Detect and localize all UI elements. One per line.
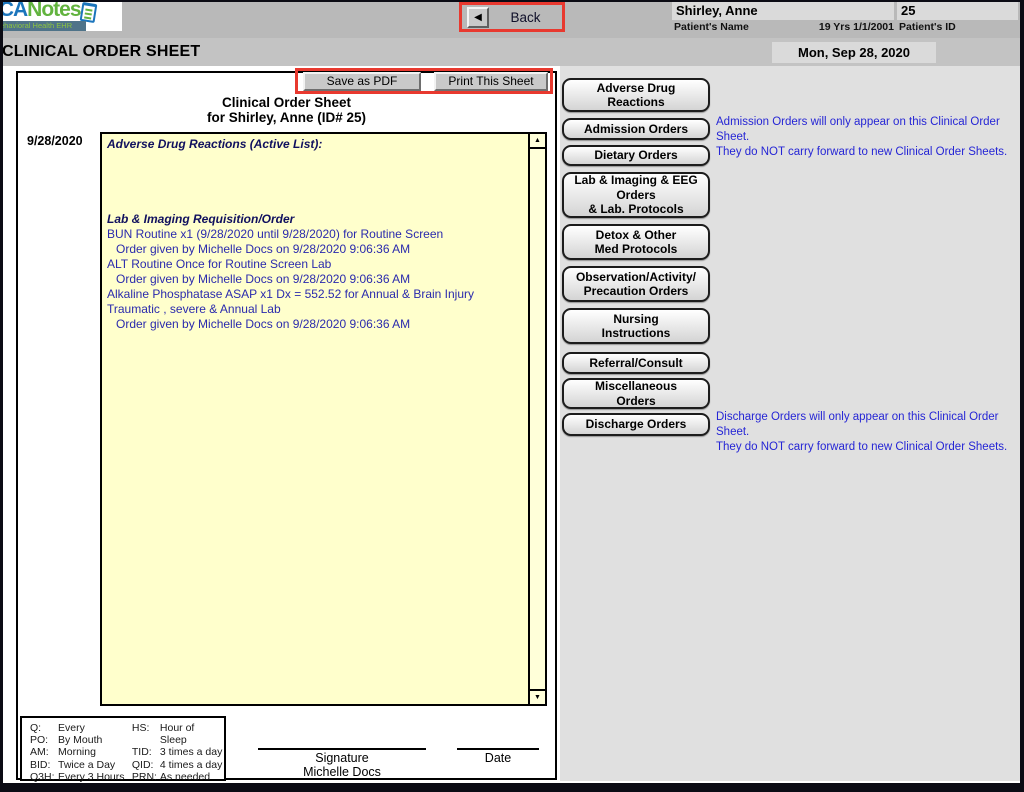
abbreviation-legend: Q:EveryPO:By MouthAM:MorningBID:Twice a … bbox=[20, 716, 226, 781]
logo-text-ica: ICA bbox=[0, 0, 27, 21]
sidebar-button-observation-activity-precaution[interactable]: Observation/Activity/ Precaution Orders bbox=[562, 266, 710, 302]
scroll-down-button[interactable]: ▼ bbox=[530, 689, 545, 704]
order-line: Alkaline Phosphatase ASAP x1 Dx = 552.52… bbox=[107, 287, 523, 317]
order-line: Adverse Drug Reactions (Active List): bbox=[107, 137, 523, 152]
order-line bbox=[107, 182, 523, 197]
date-label: Date bbox=[457, 751, 539, 765]
logo-text-notes: Notes bbox=[27, 0, 80, 21]
current-date: Mon, Sep 28, 2020 bbox=[772, 42, 936, 63]
order-line: Order given by Michelle Docs on 9/28/202… bbox=[107, 272, 523, 287]
legend-entry: PO:By Mouth bbox=[30, 734, 132, 746]
legend-entry: BID:Twice a Day bbox=[30, 759, 132, 771]
sidebar-button-lab-imaging-eeg-orders[interactable]: Lab & Imaging & EEG Orders & Lab. Protoc… bbox=[562, 172, 710, 218]
sidebar-button-nursing-instructions[interactable]: Nursing Instructions bbox=[562, 308, 710, 344]
legend-abbr: Q3H: bbox=[30, 771, 58, 783]
signature-line bbox=[258, 748, 426, 750]
order-line bbox=[107, 152, 523, 167]
frame-bottom bbox=[0, 783, 1024, 792]
save-as-pdf-button[interactable]: Save as PDF bbox=[303, 72, 421, 91]
scroll-up-icon: ▲ bbox=[534, 137, 541, 144]
order-scrollbar[interactable]: ▲ ▼ bbox=[528, 134, 545, 704]
order-entry-date: 9/28/2020 bbox=[27, 134, 83, 148]
legend-abbr: AM: bbox=[30, 746, 58, 758]
patient-age-dob: 19 Yrs 1/1/2001 bbox=[790, 21, 894, 33]
scroll-up-button[interactable]: ▲ bbox=[530, 134, 545, 149]
document-heading-line2: for Shirley, Anne (ID# 25) bbox=[16, 110, 557, 125]
app-window: ICANotes Behavioral Health EHR ◀ Back Sh… bbox=[0, 0, 1024, 792]
legend-meaning: Every 3 Hours bbox=[58, 771, 125, 783]
back-arrow-button[interactable]: ◀ bbox=[467, 7, 489, 28]
legend-meaning: Every bbox=[58, 722, 85, 734]
sidebar-button-discharge-orders[interactable]: Discharge Orders bbox=[562, 413, 710, 436]
legend-column-1: Q:EveryPO:By MouthAM:MorningBID:Twice a … bbox=[30, 722, 132, 779]
order-line: Lab & Imaging Requisition/Order bbox=[107, 212, 523, 227]
patient-name-field[interactable]: Shirley, Anne bbox=[672, 2, 894, 20]
sidebar-button-detox-med-protocols[interactable]: Detox & Other Med Protocols bbox=[562, 224, 710, 260]
patient-id-field[interactable]: 25 bbox=[897, 2, 1018, 20]
legend-abbr: PO: bbox=[30, 734, 58, 746]
order-line: ALT Routine Once for Routine Screen Lab bbox=[107, 257, 523, 272]
legend-abbr: HS: bbox=[132, 722, 160, 746]
print-this-sheet-button[interactable]: Print This Sheet bbox=[434, 72, 548, 91]
legend-entry: PRN:As needed bbox=[132, 771, 224, 783]
legend-entry: QID:4 times a day bbox=[132, 759, 224, 771]
discharge-orders-note: Discharge Orders will only appear on thi… bbox=[716, 410, 1024, 455]
sidebar-button-adverse-drug-reactions[interactable]: Adverse Drug Reactions bbox=[562, 78, 710, 112]
document-heading-line1: Clinical Order Sheet bbox=[16, 95, 557, 110]
legend-entry: Q:Every bbox=[30, 722, 132, 734]
logo-wordmark: ICANotes bbox=[0, 0, 122, 20]
legend-entry: TID:3 times a day bbox=[132, 746, 224, 758]
back-button-highlight: ◀ Back bbox=[459, 2, 565, 32]
sidebar-button-miscellaneous-orders[interactable]: Miscellaneous Orders bbox=[562, 378, 710, 409]
legend-abbr: BID: bbox=[30, 759, 58, 771]
legend-meaning: Twice a Day bbox=[58, 759, 115, 771]
admission-orders-note: Admission Orders will only appear on thi… bbox=[716, 115, 1024, 160]
legend-meaning: By Mouth bbox=[58, 734, 102, 746]
signature-label: Signature bbox=[258, 751, 426, 765]
order-line: BUN Routine x1 (9/28/2020 until 9/28/202… bbox=[107, 227, 523, 242]
signer-name: Michelle Docs bbox=[248, 765, 436, 779]
clipboard-icon bbox=[80, 2, 98, 23]
patient-name-label: Patient's Name bbox=[674, 21, 749, 33]
order-text-area[interactable]: Adverse Drug Reactions (Active List): Lab… bbox=[100, 132, 547, 706]
legend-meaning: 3 times a day bbox=[160, 746, 222, 758]
order-line bbox=[107, 197, 523, 212]
legend-meaning: Hour of Sleep bbox=[160, 722, 224, 746]
legend-column-2: HS:Hour of SleepTID:3 times a dayQID:4 t… bbox=[132, 722, 224, 779]
order-line: Order given by Michelle Docs on 9/28/202… bbox=[107, 242, 523, 257]
patient-id-label: Patient's ID bbox=[899, 21, 956, 33]
legend-entry: HS:Hour of Sleep bbox=[132, 722, 224, 746]
page-title: CLINICAL ORDER SHEET bbox=[2, 43, 200, 61]
legend-meaning: 4 times a day bbox=[160, 759, 222, 771]
scroll-down-icon: ▼ bbox=[534, 694, 541, 701]
legend-abbr: Q: bbox=[30, 722, 58, 734]
sidebar-button-referral-consult[interactable]: Referral/Consult bbox=[562, 352, 710, 374]
legend-abbr: QID: bbox=[132, 759, 160, 771]
back-button[interactable]: Back bbox=[489, 10, 562, 25]
icanotes-logo: ICANotes Behavioral Health EHR bbox=[0, 0, 122, 31]
legend-entry: Q3H:Every 3 Hours bbox=[30, 771, 132, 783]
legend-abbr: PRN: bbox=[132, 771, 160, 783]
legend-abbr: TID: bbox=[132, 746, 160, 758]
sidebar-button-dietary-orders[interactable]: Dietary Orders bbox=[562, 145, 710, 166]
order-text-content: Adverse Drug Reactions (Active List): Lab… bbox=[102, 134, 528, 704]
export-toolbar-highlight: Save as PDF Print This Sheet bbox=[295, 68, 553, 94]
date-line bbox=[457, 748, 539, 750]
legend-entry: AM:Morning bbox=[30, 746, 132, 758]
logo-tagline: Behavioral Health EHR bbox=[0, 21, 86, 31]
legend-meaning: Morning bbox=[58, 746, 96, 758]
sidebar-button-admission-orders[interactable]: Admission Orders bbox=[562, 118, 710, 140]
order-line bbox=[107, 167, 523, 182]
left-triangle-icon: ◀ bbox=[474, 12, 482, 23]
legend-meaning: As needed bbox=[160, 771, 210, 783]
order-line: Order given by Michelle Docs on 9/28/202… bbox=[107, 317, 523, 332]
